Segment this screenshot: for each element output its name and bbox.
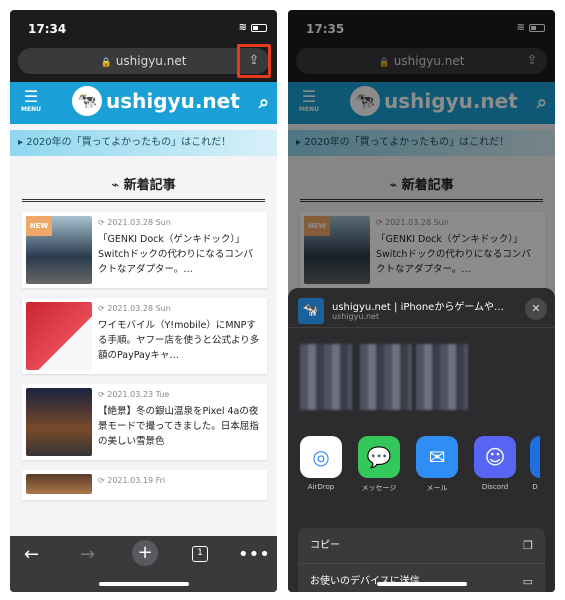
article-card[interactable]: ⟳ 2021.03.19 Fri — [22, 470, 267, 500]
mail-envelope-icon: ✉ — [416, 436, 458, 478]
article-title[interactable]: ワイモバイル（Y!mobile）にMNPする手順。ヤフー店を使うと公式より多額の… — [98, 318, 261, 363]
airdrop-app[interactable]: ◎ AirDrop — [298, 436, 344, 493]
rss-icon: ⌁ — [111, 178, 124, 193]
address-bar[interactable]: 🔒 ushigyu.net ⇪ — [18, 44, 271, 78]
share-app-row: ◎ AirDrop 💬 メッセージ ✉ メール ☺ Discord D — [288, 416, 555, 493]
site-header: ☰ MENU 🐄 ushigyu.net ⌕ — [10, 82, 277, 124]
new-tab-plus-icon[interactable]: + — [132, 540, 158, 566]
message-bubble-icon: 💬 — [358, 436, 400, 478]
share-page-title: ushigyu.net | iPhoneからゲームや… — [332, 302, 505, 313]
copy-action[interactable]: コピー ❐ — [298, 528, 545, 564]
more-menu-icon[interactable]: ••• — [238, 544, 270, 565]
refresh-icon: ⟳ — [98, 304, 108, 313]
share-button[interactable]: ⇪ — [237, 44, 271, 78]
article-card[interactable]: ⟳ 2021.03.28 Sun ワイモバイル（Y!mobile）にMNPする手… — [22, 298, 267, 374]
article-title[interactable]: 「GENKI Dock（ゲンキドック）」Switchドックの代わりになるコンパク… — [98, 232, 261, 277]
app-icon — [530, 436, 540, 478]
airdrop-icon: ◎ — [300, 436, 342, 478]
new-badge: NEW — [26, 216, 52, 236]
share-sheet-header: 🐄 ushigyu.net | iPhoneからゲームや… ushigyu.ne… — [288, 288, 555, 328]
refresh-icon: ⟳ — [98, 218, 108, 227]
section-title: ⌁ 新着記事 — [111, 178, 176, 193]
status-bar: 17:34 ≋ — [10, 10, 277, 48]
back-arrow-icon[interactable]: ← — [24, 544, 39, 565]
forward-arrow-icon[interactable]: → — [80, 544, 95, 565]
banner-text: 2020年の「買ってよかったもの」はこれだ！ — [26, 137, 232, 148]
hamburger-icon: ☰ — [23, 87, 39, 106]
article-date: 2021.03.28 Sun — [107, 218, 171, 227]
search-icon[interactable]: ⌕ — [259, 92, 269, 113]
discord-app[interactable]: ☺ Discord — [472, 436, 518, 493]
share-page-url: ushigyu.net — [332, 312, 380, 321]
site-name: ushigyu.net — [106, 89, 240, 113]
menu-button[interactable]: ☰ MENU — [18, 87, 44, 114]
browser-toolbar: ← → + 1 ••• — [10, 536, 277, 592]
article-thumbnail: NEW — [26, 216, 92, 284]
mail-app[interactable]: ✉ メール — [414, 436, 460, 493]
article-date: 2021.03.28 Sun — [107, 304, 171, 313]
left-phone-screen: 17:34 ≋ 🔒 ushigyu.net ⇪ ☰ MENU 🐄 ushigyu.… — [10, 10, 277, 592]
article-thumbnail — [26, 474, 92, 494]
devices-icon: ▭ — [522, 575, 533, 588]
messages-app[interactable]: 💬 メッセージ — [356, 436, 402, 493]
refresh-icon: ⟳ — [98, 390, 108, 399]
article-thumbnail — [26, 302, 92, 370]
article-thumbnail — [26, 388, 92, 456]
web-page: ☰ MENU 🐄 ushigyu.net ⌕ ▸ 2020年の「買ってよかったも… — [10, 82, 277, 554]
article-card[interactable]: ⟳ 2021.03.23 Tue 【絶景】冬の銀山温泉をPixel 4aの夜景モ… — [22, 384, 267, 460]
status-time: 17:34 — [28, 22, 67, 36]
article-card[interactable]: NEW ⟳ 2021.03.28 Sun 「GENKI Dock（ゲンキドック）… — [22, 212, 267, 288]
suggested-contacts — [288, 328, 555, 416]
close-icon[interactable]: ✕ — [525, 298, 547, 320]
copy-icon: ❐ — [523, 539, 533, 552]
section-divider — [22, 199, 265, 202]
tab-count-button[interactable]: 1 — [192, 546, 208, 562]
right-phone-screen: 17:35 ≋ 🔒 ushigyu.net ⇪ ☰ MENU 🐄 ushigyu.… — [288, 10, 555, 592]
cow-logo-icon: 🐄 — [72, 86, 102, 116]
contact-avatar[interactable] — [360, 344, 412, 410]
site-favicon-icon: 🐄 — [298, 298, 324, 324]
share-highlight-box — [237, 44, 271, 78]
menu-label: MENU — [21, 106, 41, 113]
home-indicator — [376, 582, 467, 586]
wifi-icon: ≋ — [238, 22, 247, 33]
refresh-icon: ⟳ — [98, 476, 108, 485]
article-title[interactable]: 【絶景】冬の銀山温泉をPixel 4aの夜景モードで撮ってきました。日本屈指の美… — [98, 404, 261, 449]
lock-icon: 🔒 — [100, 58, 112, 68]
contact-avatar[interactable] — [416, 344, 468, 410]
address-text: ushigyu.net — [115, 54, 187, 68]
article-date: 2021.03.23 Tue — [107, 390, 170, 399]
battery-icon — [251, 23, 267, 32]
discord-icon: ☺ — [474, 436, 516, 478]
send-to-device-action[interactable]: お使いのデバイスに送信 ▭ — [298, 564, 545, 592]
home-indicator — [98, 582, 189, 586]
contact-avatar[interactable] — [300, 344, 352, 410]
site-logo[interactable]: 🐄 ushigyu.net — [72, 86, 240, 116]
promo-banner[interactable]: ▸ 2020年の「買ってよかったもの」はこれだ！ — [10, 130, 277, 156]
share-sheet: 🐄 ushigyu.net | iPhoneからゲームや… ushigyu.ne… — [288, 288, 555, 592]
partial-app[interactable]: D — [530, 436, 540, 493]
article-date: 2021.03.19 Fri — [107, 476, 166, 485]
